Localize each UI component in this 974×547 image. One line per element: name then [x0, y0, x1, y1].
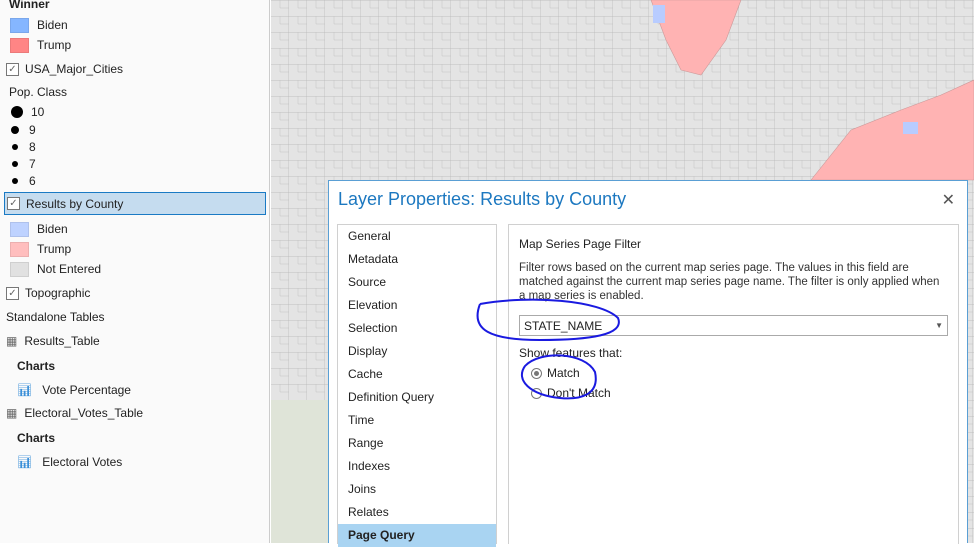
nav-item-time[interactable]: Time — [338, 409, 496, 432]
layer-topographic[interactable]: ✓ Topographic — [6, 283, 90, 303]
legend-trump: Trump — [10, 239, 71, 259]
table-label: Electoral_Votes_Table — [24, 406, 144, 420]
circle-icon — [11, 106, 23, 118]
nav-item-cache[interactable]: Cache — [338, 363, 496, 386]
layer-label: USA_Major_Cities — [25, 62, 124, 76]
radio-label: Match — [547, 366, 580, 380]
chart-vote-percentage[interactable]: 📊︎ Vote Percentage — [17, 380, 131, 400]
nav-item-relates[interactable]: Relates — [338, 501, 496, 524]
layer-usa-major-cities[interactable]: ✓ USA_Major_Cities — [6, 59, 123, 79]
swatch — [10, 241, 29, 257]
radio-match[interactable]: Match — [531, 366, 948, 380]
pop-label: 9 — [29, 123, 36, 137]
table-results[interactable]: ▦ Results_Table — [6, 331, 100, 351]
radio-label: Don't Match — [547, 386, 611, 400]
legend-biden: Biden — [10, 219, 68, 239]
table-icon: ▦ — [6, 406, 18, 420]
pop-label: 8 — [29, 140, 36, 154]
pop-class-10: 10 — [7, 102, 44, 122]
show-label: Show features that: — [519, 346, 623, 360]
swatch — [10, 221, 29, 237]
terrain — [271, 400, 331, 543]
table-electoral-votes[interactable]: ▦ Electoral_Votes_Table — [6, 403, 143, 423]
nav-item-elevation[interactable]: Elevation — [338, 294, 496, 317]
circle-icon — [11, 126, 19, 134]
bar-chart-icon: 📊︎ — [17, 383, 33, 397]
swatch — [10, 37, 29, 53]
chart-label: Vote Percentage — [42, 383, 131, 397]
pop-label: 6 — [29, 174, 36, 188]
table-icon: ▦ — [6, 334, 18, 348]
chevron-down-icon: ▼ — [935, 321, 943, 330]
legend-label: Trump — [37, 38, 72, 52]
pop-class-6: 6 — [5, 171, 36, 191]
page-query-pane: Map Series Page Filter Filter rows based… — [508, 224, 959, 544]
charts-heading: Charts — [17, 359, 56, 373]
pop-label: 10 — [31, 105, 45, 119]
section-title: Map Series Page Filter — [519, 237, 642, 251]
winner-heading: Winner — [9, 0, 50, 11]
description: Filter rows based on the current map ser… — [519, 262, 940, 302]
biden-county — [653, 5, 665, 23]
nav-item-metadata[interactable]: Metadata — [338, 248, 496, 271]
nav-item-selection[interactable]: Selection — [338, 317, 496, 340]
dialog-title: Layer Properties: Results by County — [338, 189, 627, 209]
close-icon[interactable]: ✕ — [942, 190, 955, 210]
legend-biden: Biden — [10, 15, 68, 35]
radio-button[interactable] — [531, 387, 542, 399]
circle-icon — [12, 161, 18, 167]
visibility-checkbox[interactable]: ✓ — [6, 286, 19, 300]
nav-item-display[interactable]: Display — [338, 340, 496, 363]
layer-results-by-county[interactable]: ✓ Results by County — [4, 192, 266, 215]
swatch — [10, 261, 29, 277]
legend-trump: Trump — [10, 35, 71, 55]
pop-class-heading: Pop. Class — [9, 85, 68, 99]
charts-heading: Charts — [17, 431, 56, 445]
radio-dont-match[interactable]: Don't Match — [531, 386, 948, 400]
swatch — [10, 17, 29, 33]
properties-nav: General Metadata Source Elevation Selection D… — [337, 224, 497, 547]
biden-county — [903, 122, 918, 134]
field-value: STATE_NAME — [524, 318, 603, 333]
table-label: Results_Table — [24, 334, 100, 348]
circle-icon — [12, 144, 18, 150]
field-select[interactable]: STATE_NAME ▼ — [519, 315, 948, 336]
nav-item-joins[interactable]: Joins — [338, 478, 496, 501]
legend-label: Biden — [37, 222, 68, 236]
circle-icon — [12, 178, 18, 184]
visibility-checkbox[interactable]: ✓ — [6, 62, 19, 76]
nav-item-definition-query[interactable]: Definition Query — [338, 386, 496, 409]
standalone-tables-heading[interactable]: Standalone Tables — [6, 307, 105, 327]
contents-pane: Winner Biden Trump ✓ USA_Major_Cities Pop… — [0, 0, 270, 543]
layer-label: Results by County — [26, 196, 124, 211]
nav-item-page-query[interactable]: Page Query — [338, 524, 496, 547]
layer-label: Topographic — [25, 286, 91, 300]
legend-label: Not Entered — [37, 262, 102, 276]
pop-label: 7 — [29, 157, 36, 171]
nav-item-range[interactable]: Range — [338, 432, 496, 455]
legend-label: Trump — [37, 242, 72, 256]
bar-chart-icon: 📊︎ — [17, 455, 33, 469]
nav-item-source[interactable]: Source — [338, 271, 496, 294]
chart-label: Electoral Votes — [42, 455, 123, 469]
nav-item-general[interactable]: General — [338, 225, 496, 248]
layer-properties-dialog: Layer Properties: Results by County ✕ Ge… — [328, 180, 968, 547]
legend-label: Biden — [37, 18, 68, 32]
legend-not-entered: Not Entered — [10, 259, 101, 279]
chart-electoral-votes[interactable]: 📊︎ Electoral Votes — [17, 452, 122, 472]
visibility-checkbox[interactable]: ✓ — [7, 197, 20, 210]
nav-item-indexes[interactable]: Indexes — [338, 455, 496, 478]
radio-button[interactable] — [531, 367, 542, 379]
